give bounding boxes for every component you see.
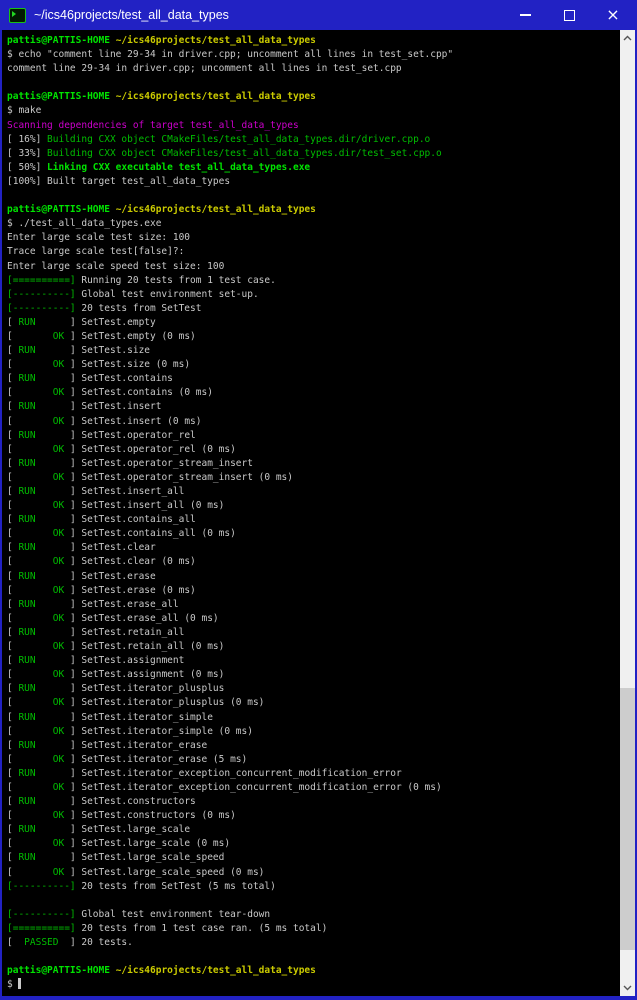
terminal-line: [ OK ] SetTest.insert (0 ms) bbox=[7, 415, 202, 427]
terminal-line: [ OK ] SetTest.iterator_simple (0 ms) bbox=[7, 725, 253, 737]
window-body: pattis@PATTIS-HOME ~/ics46projects/test_… bbox=[2, 30, 635, 996]
terminal-line: [ RUN ] SetTest.clear bbox=[7, 542, 156, 554]
terminal-line: [ OK ] SetTest.operator_rel (0 ms) bbox=[7, 443, 236, 455]
minimize-button[interactable] bbox=[503, 0, 547, 30]
scroll-down-icon bbox=[623, 985, 632, 991]
terminal-line: [ RUN ] SetTest.size bbox=[7, 345, 151, 357]
terminal-line: [ RUN ] SetTest.assignment bbox=[7, 655, 185, 667]
minimize-icon bbox=[519, 14, 531, 16]
terminal-line: [ OK ] SetTest.constructors (0 ms) bbox=[7, 810, 236, 822]
terminal-line: [ RUN ] SetTest.iterator_simple bbox=[7, 711, 213, 723]
terminal-line: Enter large scale test size: 100 bbox=[7, 232, 191, 244]
terminal-line: [----------] Global test environment set… bbox=[7, 288, 259, 300]
terminal-line: [==========] 20 tests from 1 test case r… bbox=[7, 922, 328, 934]
terminal-line: $ echo "comment line 29-34 in driver.cpp… bbox=[7, 49, 454, 61]
terminal-line: [ RUN ] SetTest.large_scale_speed bbox=[7, 852, 225, 864]
terminal-line: [ RUN ] SetTest.iterator_exception_concu… bbox=[7, 767, 402, 779]
terminal-line: [ PASSED ] 20 tests. bbox=[7, 937, 133, 948]
scroll-up-icon bbox=[623, 35, 632, 41]
terminal-line: [----------] 20 tests from SetTest bbox=[7, 302, 202, 314]
terminal-line: [ RUN ] SetTest.contains bbox=[7, 373, 173, 385]
terminal-line: [ OK ] SetTest.retain_all (0 ms) bbox=[7, 641, 225, 653]
terminal-line: [ RUN ] SetTest.iterator_erase bbox=[7, 739, 208, 751]
terminal-line: [ RUN ] SetTest.erase bbox=[7, 570, 156, 582]
terminal-line: [ OK ] SetTest.contains_all (0 ms) bbox=[7, 528, 236, 540]
terminal-line: $ make bbox=[7, 105, 42, 117]
terminal-line: [ OK ] SetTest.iterator_erase (5 ms) bbox=[7, 753, 248, 765]
terminal-line: [ 16%] Building CXX object CMakeFiles/te… bbox=[7, 133, 431, 145]
terminal-line: Enter large scale speed test size: 100 bbox=[7, 260, 225, 272]
terminal-line: pattis@PATTIS-HOME ~/ics46projects/test_… bbox=[7, 91, 316, 103]
terminal-line: [100%] Built target test_all_data_types bbox=[7, 175, 231, 187]
maximize-button[interactable] bbox=[547, 0, 591, 30]
terminal-line: [ RUN ] SetTest.empty bbox=[7, 316, 156, 328]
terminal-line: [ RUN ] SetTest.iterator_plusplus bbox=[7, 683, 225, 695]
window-title: ~/ics46projects/test_all_data_types bbox=[34, 8, 229, 22]
maximize-icon bbox=[563, 9, 575, 21]
terminal-line: [ 33%] Building CXX object CMakeFiles/te… bbox=[7, 147, 442, 159]
terminal-line: [ RUN ] SetTest.operator_rel bbox=[7, 429, 196, 441]
terminal-line: [ OK ] SetTest.clear (0 ms) bbox=[7, 556, 196, 568]
scroll-up-button[interactable] bbox=[620, 30, 635, 46]
terminal-line: [ RUN ] SetTest.insert_all bbox=[7, 486, 185, 497]
terminal-line: [ RUN ] SetTest.insert bbox=[7, 401, 162, 413]
terminal-line: [ OK ] SetTest.insert_all (0 ms) bbox=[7, 500, 225, 512]
terminal-app-icon bbox=[9, 7, 26, 23]
scrollbar-thumb[interactable] bbox=[620, 688, 635, 950]
terminal-output[interactable]: pattis@PATTIS-HOME ~/ics46projects/test_… bbox=[2, 30, 620, 996]
terminal-line: [ RUN ] SetTest.constructors bbox=[7, 796, 196, 808]
title-bar[interactable]: ~/ics46projects/test_all_data_types × bbox=[2, 0, 635, 30]
terminal-line: [ RUN ] SetTest.erase_all bbox=[7, 598, 179, 610]
terminal-line: $ ./test_all_data_types.exe bbox=[7, 218, 162, 230]
terminal-line: [----------] Global test environment tea… bbox=[7, 908, 271, 920]
terminal-line: [ OK ] SetTest.assignment (0 ms) bbox=[7, 669, 225, 681]
close-button[interactable]: × bbox=[591, 0, 635, 30]
terminal-line: [ RUN ] SetTest.retain_all bbox=[7, 626, 185, 638]
terminal-line: $ bbox=[7, 978, 620, 992]
terminal-line: [ OK ] SetTest.erase_all (0 ms) bbox=[7, 612, 219, 624]
terminal-line: [ OK ] SetTest.large_scale_speed (0 ms) bbox=[7, 866, 265, 878]
terminal-line: [ RUN ] SetTest.contains_all bbox=[7, 514, 196, 526]
terminal-line: [ OK ] SetTest.empty (0 ms) bbox=[7, 330, 196, 342]
terminal-line: pattis@PATTIS-HOME ~/ics46projects/test_… bbox=[7, 35, 316, 46]
terminal-line: pattis@PATTIS-HOME ~/ics46projects/test_… bbox=[7, 204, 316, 216]
terminal-line: [ OK ] SetTest.size (0 ms) bbox=[7, 359, 191, 371]
terminal-line: [ 50%] Linking CXX executable test_all_d… bbox=[7, 161, 311, 173]
scrollbar[interactable] bbox=[620, 30, 635, 996]
terminal-line: [ OK ] SetTest.large_scale (0 ms) bbox=[7, 838, 231, 850]
terminal-line: [ OK ] SetTest.contains (0 ms) bbox=[7, 387, 213, 399]
terminal-window: ~/ics46projects/test_all_data_types × pa… bbox=[0, 0, 637, 1000]
scroll-down-button[interactable] bbox=[620, 980, 635, 996]
terminal-line: [ OK ] SetTest.iterator_exception_concur… bbox=[7, 781, 442, 793]
terminal-line: [==========] Running 20 tests from 1 tes… bbox=[7, 274, 276, 286]
terminal-line: Scanning dependencies of target test_all… bbox=[7, 119, 299, 131]
terminal-line: [ RUN ] SetTest.operator_stream_insert bbox=[7, 457, 253, 469]
terminal-line: comment line 29-34 in driver.cpp; uncomm… bbox=[7, 63, 402, 75]
terminal-line: pattis@PATTIS-HOME ~/ics46projects/test_… bbox=[7, 965, 316, 977]
terminal-line: [ OK ] SetTest.iterator_plusplus (0 ms) bbox=[7, 697, 265, 709]
terminal-cursor bbox=[18, 978, 21, 990]
terminal-line: [ OK ] SetTest.operator_stream_insert (0… bbox=[7, 471, 293, 483]
terminal-line: [ OK ] SetTest.erase (0 ms) bbox=[7, 584, 196, 596]
terminal-line: [----------] 20 tests from SetTest (5 ms… bbox=[7, 880, 276, 892]
terminal-line: [ RUN ] SetTest.large_scale bbox=[7, 824, 191, 836]
close-icon: × bbox=[606, 5, 620, 24]
terminal-line: Trace large scale test[false]?: bbox=[7, 246, 185, 258]
